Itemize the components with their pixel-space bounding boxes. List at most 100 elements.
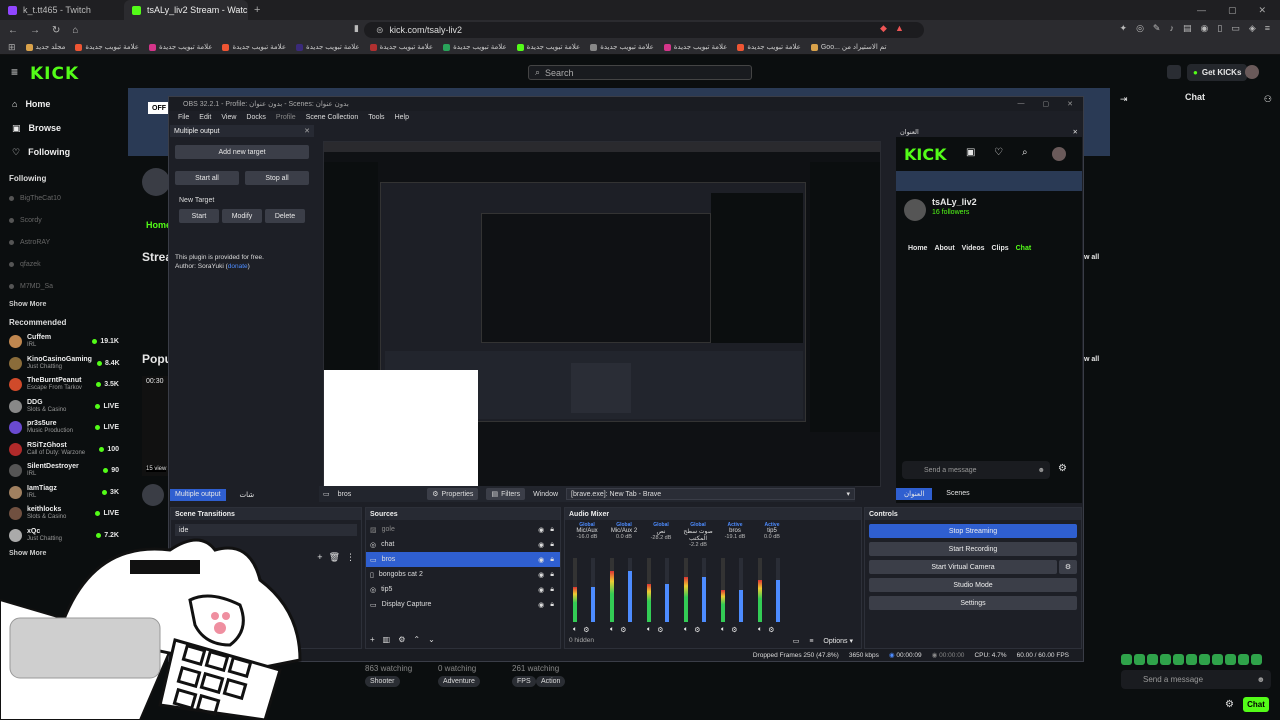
brave-rewards-icon[interactable]: ▲ [895, 23, 904, 33]
kick-logo[interactable]: KICK [30, 64, 79, 84]
forward-icon[interactable]: → [30, 25, 40, 36]
chat-message-input[interactable]: Send a message ☻ [902, 461, 1050, 479]
menu-view[interactable]: View [216, 114, 241, 121]
nav-home[interactable]: ⌂ Home [0, 92, 128, 116]
category-tag[interactable]: Shooter [365, 676, 400, 687]
tab-title-dock[interactable]: العنوان [896, 488, 933, 500]
bookmark-item[interactable]: علامة تبويب جديدة [590, 43, 654, 51]
move-down-icon[interactable]: ⌄ [428, 635, 435, 644]
studio-mode-button[interactable]: Studio Mode [869, 578, 1077, 592]
source-item[interactable]: ▭ bros ◉ 🔒︎ [366, 552, 560, 567]
gear-icon[interactable]: ⚙ [657, 626, 663, 634]
add-icon[interactable]: + [370, 635, 375, 644]
home-browser-icon[interactable]: ⌂ [72, 25, 78, 36]
visibility-eye-icon[interactable]: ◉ [538, 556, 544, 564]
emote-icon[interactable] [1199, 654, 1210, 665]
source-item[interactable]: ▨ gole ◉ 🔒︎ [366, 522, 560, 537]
following-item[interactable]: AstroRAY [0, 231, 128, 253]
close-dock-icon[interactable]: ✕ [1073, 128, 1078, 136]
bookmark-item[interactable]: علامة تبويب جديدة [516, 43, 580, 51]
close-dock-icon[interactable]: ✕ [304, 127, 310, 135]
settings-button[interactable]: Settings [869, 596, 1077, 610]
category-tag[interactable]: Action [536, 676, 566, 687]
bookmark-item[interactable]: علامة تبويب جديدة [75, 43, 139, 51]
gear-icon[interactable]: ⚙ [583, 626, 589, 634]
site-info-icon[interactable]: ⊜ [376, 25, 384, 36]
bookmark-item[interactable]: علامة تبويب جديدة [369, 43, 433, 51]
chat-settings-icon[interactable]: ⚙ [1225, 699, 1234, 710]
emote-icon[interactable] [1212, 654, 1223, 665]
lock-icon[interactable]: 🔒︎ [550, 571, 554, 579]
reload-icon[interactable]: ↻ [52, 25, 60, 36]
maximize-icon[interactable]: ▢ [1043, 100, 1050, 108]
multistream-icon[interactable] [1167, 65, 1181, 79]
tab-home[interactable]: Home [908, 245, 927, 252]
target-modify-button[interactable]: Modify [222, 209, 262, 223]
recommended-item[interactable]: SilentDestroyer IRL 90 [0, 460, 128, 482]
tab-chat[interactable]: شات [226, 489, 269, 501]
bookmark-item[interactable]: علامة تبويب جديدة [222, 43, 286, 51]
category-tag[interactable]: FPS [512, 676, 536, 687]
recommended-item[interactable]: pr3s5ure Music Production LIVE [0, 417, 128, 439]
search-icon[interactable]: ⌕ [1022, 147, 1028, 158]
heart-icon[interactable]: ♡ [994, 147, 1003, 158]
emote-icon[interactable] [1160, 654, 1171, 665]
move-up-icon[interactable]: ⌃ [413, 635, 420, 644]
virtual-camera-settings-icon[interactable]: ⚙ [1059, 560, 1077, 574]
bookmark-item[interactable]: علامة تبويب جديدة [148, 43, 212, 51]
back-icon[interactable]: ← [8, 25, 18, 36]
close-window-icon[interactable]: ✕ [1258, 5, 1266, 16]
lock-icon[interactable]: 🔒︎ [550, 601, 554, 609]
close-window-icon[interactable]: ✕ [1067, 100, 1073, 108]
emote-icon[interactable] [1147, 654, 1158, 665]
menu-tools[interactable]: Tools [363, 114, 389, 121]
obs-preview[interactable] [323, 141, 881, 488]
start-virtual-camera-button[interactable]: Start Virtual Camera [869, 560, 1057, 574]
emote-icon[interactable] [1251, 654, 1262, 665]
gear-icon[interactable]: ⚙ [620, 626, 626, 634]
url-field[interactable]: ⊜ kick.com/tsaly-liv2 [364, 22, 924, 38]
wallet-icon[interactable]: ▭ [1231, 23, 1240, 34]
visibility-eye-icon[interactable]: ◉ [538, 586, 544, 594]
tab-multiple-output[interactable]: Multiple output [170, 489, 226, 501]
view-all-link[interactable]: w all [1084, 356, 1099, 363]
trash-icon[interactable]: ▥ [383, 635, 391, 644]
source-item[interactable]: ◎ chat ◉ 🔒︎ [366, 537, 560, 552]
emote-icon[interactable] [1173, 654, 1184, 665]
source-item[interactable]: ▭ Display Capture ◉ 🔒︎ [366, 597, 560, 612]
view-all-link[interactable]: w all [1084, 254, 1099, 261]
brave-shield-icon[interactable]: ◆ [880, 23, 887, 34]
donate-link[interactable]: donate [228, 263, 248, 270]
tab-clips[interactable]: Clips [992, 245, 1009, 252]
emote-icon[interactable] [1121, 654, 1132, 665]
hamburger-menu-icon[interactable]: ≡ [11, 65, 18, 79]
tab-chat[interactable]: Chat [1016, 245, 1032, 252]
bookmark-folder[interactable]: Goo... تم الاستيراد من [810, 43, 886, 51]
get-kicks-button[interactable]: ● Get KICKs [1187, 64, 1248, 81]
extension-icon[interactable]: ◉ [1200, 23, 1208, 34]
emote-icon[interactable] [1238, 654, 1249, 665]
recommended-item[interactable]: TheBurntPeanut Escape From Tarkov 3.5K [0, 374, 128, 396]
bookmark-item[interactable]: مجلد جديد [25, 43, 65, 51]
sidebar-toggle-icon[interactable]: ▯ [1217, 23, 1222, 34]
lock-icon[interactable]: 🔒︎ [550, 586, 554, 594]
emote-icon[interactable] [1225, 654, 1236, 665]
recommended-item[interactable]: Cuffem IRL 19.1K [0, 331, 128, 353]
minimize-icon[interactable]: — [1018, 100, 1025, 108]
maximize-icon[interactable]: ▢ [1228, 5, 1237, 16]
chat-settings-icon[interactable]: ⚙ [1058, 463, 1067, 474]
recommended-item[interactable]: DDG Slots & Casino LIVE [0, 396, 128, 418]
browse-icon[interactable]: ▣ [966, 147, 975, 158]
apps-grid-icon[interactable]: ⊞ [8, 42, 16, 53]
avatar[interactable] [1052, 147, 1066, 161]
emote-icon[interactable] [1186, 654, 1197, 665]
speaker-icon[interactable]: 🔈︎ [721, 626, 725, 634]
window-select[interactable]: [brave.exe]: New Tab - Brave ▾ [566, 488, 855, 500]
volume-slider[interactable] [628, 558, 632, 622]
tab-about[interactable]: About [934, 245, 954, 252]
speaker-icon[interactable]: 🔈︎ [573, 626, 577, 634]
volume-slider[interactable] [665, 558, 669, 622]
extension-icon[interactable]: ✦ [1120, 23, 1128, 34]
bookmark-item[interactable]: علامة تبويب جديدة [737, 43, 801, 51]
extension-icon[interactable]: ✎ [1153, 23, 1161, 34]
